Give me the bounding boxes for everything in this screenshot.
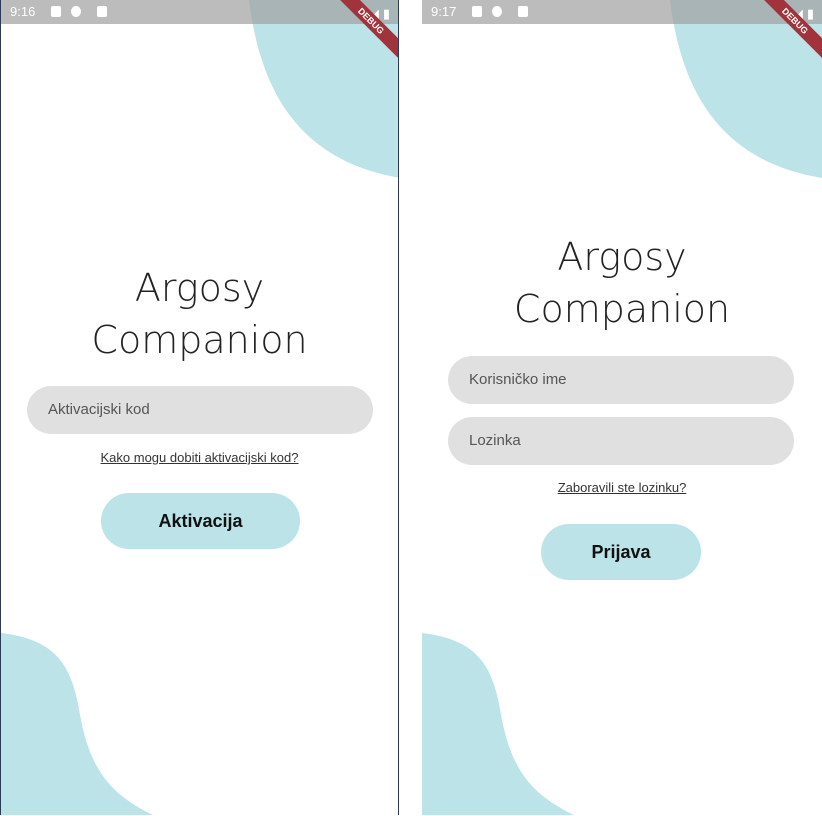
app-icon (492, 6, 502, 17)
status-bar: 9:17 ▾◢▮ (422, 0, 822, 24)
battery-icon: ▮ (806, 6, 814, 21)
app-title-line2: Companion (91, 318, 308, 362)
app-icon (71, 6, 81, 17)
decorative-blobs (422, 0, 822, 815)
login-button[interactable]: Prijava (541, 524, 701, 580)
forgot-password-link[interactable]: Zaboravili ste lozinku? (422, 480, 822, 495)
battery-icon: ▮ (382, 6, 390, 21)
status-time: 9:17 (431, 4, 457, 19)
username-input[interactable]: Korisničko ime (448, 356, 794, 404)
sd-card-icon (97, 6, 107, 17)
login-screen: 9:17 ▾◢▮ DEBUG Argosy Companion Korisnič… (422, 0, 822, 815)
status-time: 9:16 (10, 4, 36, 19)
activate-button[interactable]: Aktivacija (101, 493, 300, 549)
activation-code-input[interactable]: Aktivacijski kod (27, 386, 373, 434)
notification-icon (51, 6, 61, 17)
notification-icon (472, 6, 482, 17)
activation-screen: 9:16 ▾◢▮ DEBUG Argosy Companion Aktivaci… (0, 0, 399, 815)
app-title-line2: Companion (513, 287, 731, 331)
activation-help-link[interactable]: Kako mogu dobiti aktivacijski kod? (1, 450, 398, 465)
status-bar: 9:16 ▾◢▮ (1, 0, 398, 24)
password-input[interactable]: Lozinka (448, 417, 794, 465)
app-title-line1: Argosy (134, 266, 265, 310)
app-title-line1: Argosy (557, 235, 687, 279)
sd-card-icon (518, 6, 528, 17)
